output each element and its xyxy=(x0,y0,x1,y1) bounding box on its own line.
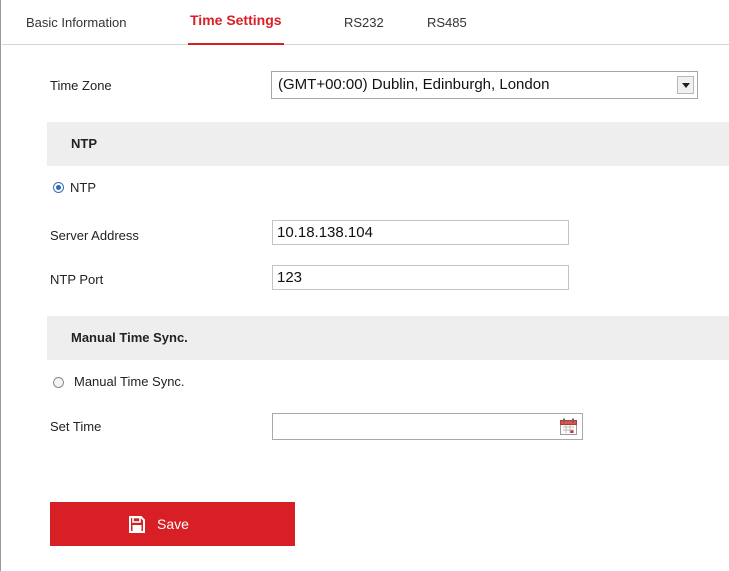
server-address-input[interactable] xyxy=(272,220,569,245)
ntp-section-title: NTP xyxy=(71,136,97,151)
save-button[interactable]: Save xyxy=(50,502,295,546)
manual-sync-section-header: Manual Time Sync. xyxy=(47,316,729,360)
ntp-port-label: NTP Port xyxy=(50,272,104,287)
manual-sync-radio-label: Manual Time Sync. xyxy=(74,374,185,389)
ntp-port-input[interactable] xyxy=(272,265,569,290)
server-address-label: Server Address xyxy=(50,228,139,243)
time-zone-select[interactable]: (GMT+00:00) Dublin, Edinburgh, London xyxy=(271,71,698,99)
set-time-input[interactable] xyxy=(272,413,583,440)
tab-basic-information[interactable]: Basic Information xyxy=(26,0,126,45)
ntp-radio-label: NTP xyxy=(70,180,96,195)
set-time-label: Set Time xyxy=(50,419,102,434)
save-button-content: Save xyxy=(129,514,189,534)
tab-rs232[interactable]: RS232 xyxy=(344,0,384,45)
calendar-icon[interactable] xyxy=(560,418,577,435)
ntp-section-header: NTP xyxy=(47,122,729,166)
floppy-disk-icon xyxy=(129,515,145,533)
tab-bar: Basic Information Time Settings RS232 RS… xyxy=(2,0,729,45)
ntp-radio[interactable] xyxy=(53,182,64,193)
chevron-down-icon[interactable] xyxy=(677,76,694,94)
time-zone-label: Time Zone xyxy=(50,78,112,93)
manual-sync-section-title: Manual Time Sync. xyxy=(71,330,188,345)
save-button-label: Save xyxy=(157,516,189,532)
tab-rs485[interactable]: RS485 xyxy=(427,0,467,45)
page-frame: Basic Information Time Settings RS232 RS… xyxy=(0,0,729,571)
tab-time-settings[interactable]: Time Settings xyxy=(188,0,284,45)
manual-sync-radio[interactable] xyxy=(53,377,64,388)
time-zone-selected-value: (GMT+00:00) Dublin, Edinburgh, London xyxy=(278,76,550,93)
